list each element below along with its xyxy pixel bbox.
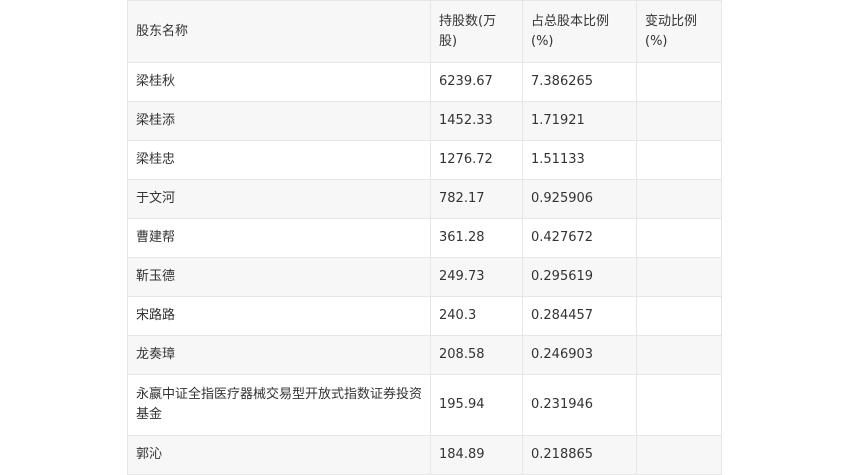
cell-change-ratio: [636, 218, 722, 258]
cell-shareholder-name: 郭沁: [127, 435, 431, 475]
cell-share-ratio: 0.427672: [522, 218, 637, 258]
table-row: 郭沁 184.89 0.218865: [127, 435, 722, 475]
cell-share-ratio: 0.284457: [522, 296, 637, 336]
cell-share-ratio: 1.51133: [522, 140, 637, 180]
table-row: 龙奏璋 208.58 0.246903: [127, 335, 722, 375]
shareholder-table: 股东名称 持股数(万股) 占总股本比例(%) 变动比例(%) 梁桂秋 6239.…: [127, 0, 722, 475]
cell-shareholder-name: 于文河: [127, 179, 431, 219]
cell-shareholder-name: 龙奏璋: [127, 335, 431, 375]
cell-shares-held: 1452.33: [430, 101, 523, 141]
cell-share-ratio: 0.246903: [522, 335, 637, 375]
cell-shares-held: 1276.72: [430, 140, 523, 180]
cell-shareholder-name: 梁桂添: [127, 101, 431, 141]
cell-change-ratio: [636, 101, 722, 141]
table-row: 宋路路 240.3 0.284457: [127, 296, 722, 336]
header-change-ratio: 变动比例(%): [636, 0, 722, 63]
cell-share-ratio: 1.71921: [522, 101, 637, 141]
header-shares-held: 持股数(万股): [430, 0, 523, 63]
cell-share-ratio: 0.295619: [522, 257, 637, 297]
cell-shareholder-name: 靳玉德: [127, 257, 431, 297]
cell-change-ratio: [636, 296, 722, 336]
cell-shares-held: 361.28: [430, 218, 523, 258]
table-row: 于文河 782.17 0.925906: [127, 179, 722, 219]
header-shareholder-name: 股东名称: [127, 0, 431, 63]
cell-change-ratio: [636, 335, 722, 375]
cell-shares-held: 195.94: [430, 374, 523, 436]
cell-shareholder-name: 梁桂忠: [127, 140, 431, 180]
cell-change-ratio: [636, 435, 722, 475]
cell-shareholder-name: 梁桂秋: [127, 62, 431, 102]
cell-change-ratio: [636, 374, 722, 436]
shareholder-table-container: 股东名称 持股数(万股) 占总股本比例(%) 变动比例(%) 梁桂秋 6239.…: [127, 0, 722, 475]
cell-shares-held: 184.89: [430, 435, 523, 475]
table-row: 靳玉德 249.73 0.295619: [127, 257, 722, 297]
table-row: 曹建帮 361.28 0.427672: [127, 218, 722, 258]
cell-shareholder-name: 宋路路: [127, 296, 431, 336]
cell-share-ratio: 7.386265: [522, 62, 637, 102]
cell-shares-held: 249.73: [430, 257, 523, 297]
cell-share-ratio: 0.218865: [522, 435, 637, 475]
cell-shares-held: 208.58: [430, 335, 523, 375]
cell-shareholder-name: 曹建帮: [127, 218, 431, 258]
table-row: 永嬴中证全指医疗器械交易型开放式指数证券投资基金 195.94 0.231946: [127, 374, 722, 436]
cell-change-ratio: [636, 257, 722, 297]
table-header-row: 股东名称 持股数(万股) 占总股本比例(%) 变动比例(%): [127, 0, 722, 63]
cell-shareholder-name: 永嬴中证全指医疗器械交易型开放式指数证券投资基金: [127, 374, 431, 436]
cell-change-ratio: [636, 62, 722, 102]
cell-shares-held: 240.3: [430, 296, 523, 336]
cell-share-ratio: 0.925906: [522, 179, 637, 219]
table-row: 梁桂秋 6239.67 7.386265: [127, 62, 722, 102]
table-row: 梁桂忠 1276.72 1.51133: [127, 140, 722, 180]
header-share-ratio: 占总股本比例(%): [522, 0, 637, 63]
cell-change-ratio: [636, 179, 722, 219]
cell-shares-held: 782.17: [430, 179, 523, 219]
cell-change-ratio: [636, 140, 722, 180]
cell-shares-held: 6239.67: [430, 62, 523, 102]
cell-share-ratio: 0.231946: [522, 374, 637, 436]
table-row: 梁桂添 1452.33 1.71921: [127, 101, 722, 141]
